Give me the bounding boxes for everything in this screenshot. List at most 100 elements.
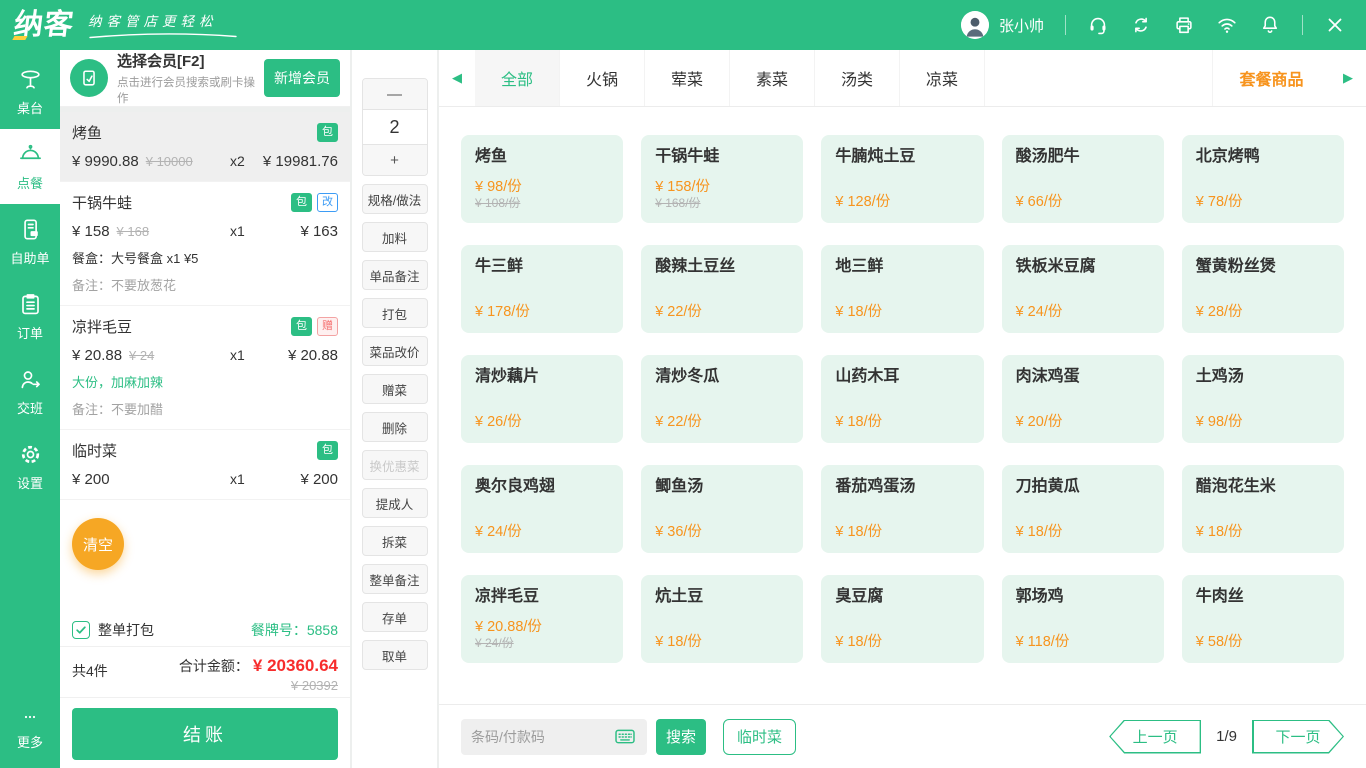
action-button[interactable]: 提成人: [362, 488, 428, 518]
menu-item-card[interactable]: 牛肉丝 ¥ 58/份: [1182, 575, 1344, 663]
action-button[interactable]: 存单: [362, 602, 428, 632]
menu-item-card[interactable]: 山药木耳 ¥ 18/份: [821, 355, 983, 443]
sidebar-item-orders[interactable]: 订单: [0, 279, 60, 354]
menu-item-card[interactable]: 清炒藕片 ¥ 26/份: [461, 355, 623, 443]
action-button[interactable]: 单品备注: [362, 260, 428, 290]
sidebar-item-tables[interactable]: 桌台: [0, 54, 60, 129]
menu-item-card[interactable]: 酸汤肥牛 ¥ 66/份: [1002, 135, 1164, 223]
sidebar-item-more[interactable]: 更多: [0, 706, 60, 758]
menu-item-card[interactable]: 番茄鸡蛋汤 ¥ 18/份: [821, 465, 983, 553]
next-page-button[interactable]: 下一页: [1252, 720, 1344, 754]
sync-icon[interactable]: [1130, 14, 1152, 36]
category-tab[interactable]: 全部: [475, 50, 560, 106]
member-bar[interactable]: 选择会员[F2] 点击进行会员搜索或刷卡操作 新增会员: [60, 50, 350, 107]
menu-item-card[interactable]: 郭场鸡 ¥ 118/份: [1002, 575, 1164, 663]
sidebar-item-shift[interactable]: 交班: [0, 354, 60, 429]
menu-section: ◀ 全部 火锅 荤菜 素菜 汤类 凉菜 套餐商品 ▶ 烤鱼 ¥ 98/份: [439, 50, 1366, 768]
total-value: ¥ 20360.64: [253, 656, 338, 675]
menu-item-price: ¥ 66/份: [1016, 193, 1150, 211]
menu-item-card[interactable]: 牛三鲜 ¥ 178/份: [461, 245, 623, 333]
menu-item-card[interactable]: 清炒冬瓜 ¥ 22/份: [641, 355, 803, 443]
avatar[interactable]: [961, 11, 989, 39]
close-icon[interactable]: [1324, 14, 1346, 36]
menu-item-card[interactable]: 炕土豆 ¥ 18/份: [641, 575, 803, 663]
order-item-price: ¥ 20.88: [72, 347, 122, 364]
printer-icon[interactable]: [1173, 14, 1195, 36]
menu-item-card[interactable]: 奥尔良鸡翅 ¥ 24/份: [461, 465, 623, 553]
search-button[interactable]: 搜索: [656, 719, 706, 755]
tabs-scroll-right-icon[interactable]: ▶: [1330, 50, 1366, 106]
prev-page-button[interactable]: 上一页: [1109, 720, 1201, 754]
menu-item-name: 刀拍黄瓜: [1016, 477, 1150, 496]
action-button[interactable]: 菜品改价: [362, 336, 428, 366]
temp-dish-button[interactable]: 临时菜: [723, 719, 796, 755]
action-button[interactable]: 规格/做法: [362, 184, 428, 214]
menu-item-card[interactable]: 臭豆腐 ¥ 18/份: [821, 575, 983, 663]
tabs-scroll-left-icon[interactable]: ◀: [439, 50, 475, 106]
action-button[interactable]: 打包: [362, 298, 428, 328]
action-button[interactable]: 删除: [362, 412, 428, 442]
tabbar-spacer: [985, 50, 1212, 106]
menu-item-card[interactable]: 酸辣土豆丝 ¥ 22/份: [641, 245, 803, 333]
menu-item-card[interactable]: 铁板米豆腐 ¥ 24/份: [1002, 245, 1164, 333]
menu-item-card[interactable]: 烤鱼 ¥ 98/份 ¥ 108/份: [461, 135, 623, 223]
category-tab[interactable]: 凉菜: [900, 50, 985, 106]
clear-order-button[interactable]: 清空: [72, 518, 124, 570]
action-button[interactable]: 加料: [362, 222, 428, 252]
order-item-name: 烤鱼: [72, 122, 102, 143]
menu-item-name: 牛三鲜: [475, 257, 609, 276]
menu-item-card[interactable]: 肉沫鸡蛋 ¥ 20/份: [1002, 355, 1164, 443]
combo-products-tab[interactable]: 套餐商品: [1212, 50, 1330, 106]
menu-item-card[interactable]: 干锅牛蛙 ¥ 158/份 ¥ 168/份: [641, 135, 803, 223]
menu-item-name: 牛肉丝: [1196, 587, 1330, 606]
menu-item-card[interactable]: 土鸡汤 ¥ 98/份: [1182, 355, 1344, 443]
category-tab[interactable]: 汤类: [815, 50, 900, 106]
pack-badge: 包: [317, 123, 338, 142]
keyboard-icon[interactable]: [612, 726, 638, 748]
slogan-underline: [88, 32, 238, 39]
add-member-button[interactable]: 新增会员: [264, 59, 340, 97]
menu-item-price: ¥ 22/份: [655, 303, 789, 321]
action-button[interactable]: 换优惠菜: [362, 450, 428, 480]
category-tab[interactable]: 荤菜: [645, 50, 730, 106]
checkout-button[interactable]: 结账: [72, 708, 338, 760]
action-button[interactable]: 赠菜: [362, 374, 428, 404]
qty-minus-button[interactable]: —: [363, 79, 427, 109]
menu-item-card[interactable]: 醋泡花生米 ¥ 18/份: [1182, 465, 1344, 553]
order-item-original-price: ¥ 10000: [146, 154, 193, 169]
avatar-person-icon: [961, 11, 989, 39]
menu-item-card[interactable]: 地三鲜 ¥ 18/份: [821, 245, 983, 333]
menu-item-card[interactable]: 蟹黄粉丝煲 ¥ 28/份: [1182, 245, 1344, 333]
headset-icon[interactable]: [1087, 14, 1109, 36]
action-button[interactable]: 整单备注: [362, 564, 428, 594]
action-button[interactable]: 取单: [362, 640, 428, 670]
menu-item-card[interactable]: 凉拌毛豆 ¥ 20.88/份 ¥ 24/份: [461, 575, 623, 663]
barcode-input[interactable]: [471, 729, 612, 745]
menu-item-price: ¥ 18/份: [655, 633, 789, 651]
bell-icon[interactable]: [1259, 14, 1281, 36]
order-item[interactable]: 临时菜 包 ¥ 200 x1 ¥ 200: [60, 430, 350, 500]
sidebar-item-self-order[interactable]: 自助单: [0, 204, 60, 279]
table-tag-value: 5858: [307, 622, 338, 638]
sidebar-item-settings[interactable]: 设置: [0, 429, 60, 504]
action-button[interactable]: 拆菜: [362, 526, 428, 556]
menu-item-card[interactable]: 牛腩炖土豆 ¥ 128/份: [821, 135, 983, 223]
order-item[interactable]: 烤鱼 包 ¥ 9990.88 ¥ 10000 x2 ¥ 19981.76: [60, 112, 350, 182]
total-original: ¥ 20392: [179, 678, 338, 693]
wifi-icon[interactable]: [1216, 14, 1238, 36]
menu-item-price: ¥ 18/份: [1016, 523, 1150, 541]
menu-item-card[interactable]: 刀拍黄瓜 ¥ 18/份: [1002, 465, 1164, 553]
sidebar-item-label: 自助单: [10, 248, 49, 267]
menu-item-name: 清炒冬瓜: [655, 367, 789, 386]
order-item[interactable]: 干锅牛蛙 包 改 ¥ 158 ¥ 168 x1 ¥ 163 餐盒：大号餐盒 x1…: [60, 182, 350, 306]
menu-item-price: ¥ 18/份: [835, 303, 969, 321]
qty-plus-button[interactable]: +: [363, 145, 427, 175]
order-item[interactable]: 凉拌毛豆 包 赠 ¥ 20.88 ¥ 24 x1 ¥ 20.88 大份，加麻加辣…: [60, 306, 350, 430]
menu-item-card[interactable]: 鲫鱼汤 ¥ 36/份: [641, 465, 803, 553]
category-tab[interactable]: 素菜: [730, 50, 815, 106]
cloche-icon: [18, 142, 43, 167]
pack-all-checkbox[interactable]: [72, 621, 90, 639]
category-tab[interactable]: 火锅: [560, 50, 645, 106]
menu-item-card[interactable]: 北京烤鸭 ¥ 78/份: [1182, 135, 1344, 223]
sidebar-item-order-food[interactable]: 点餐: [0, 129, 60, 204]
